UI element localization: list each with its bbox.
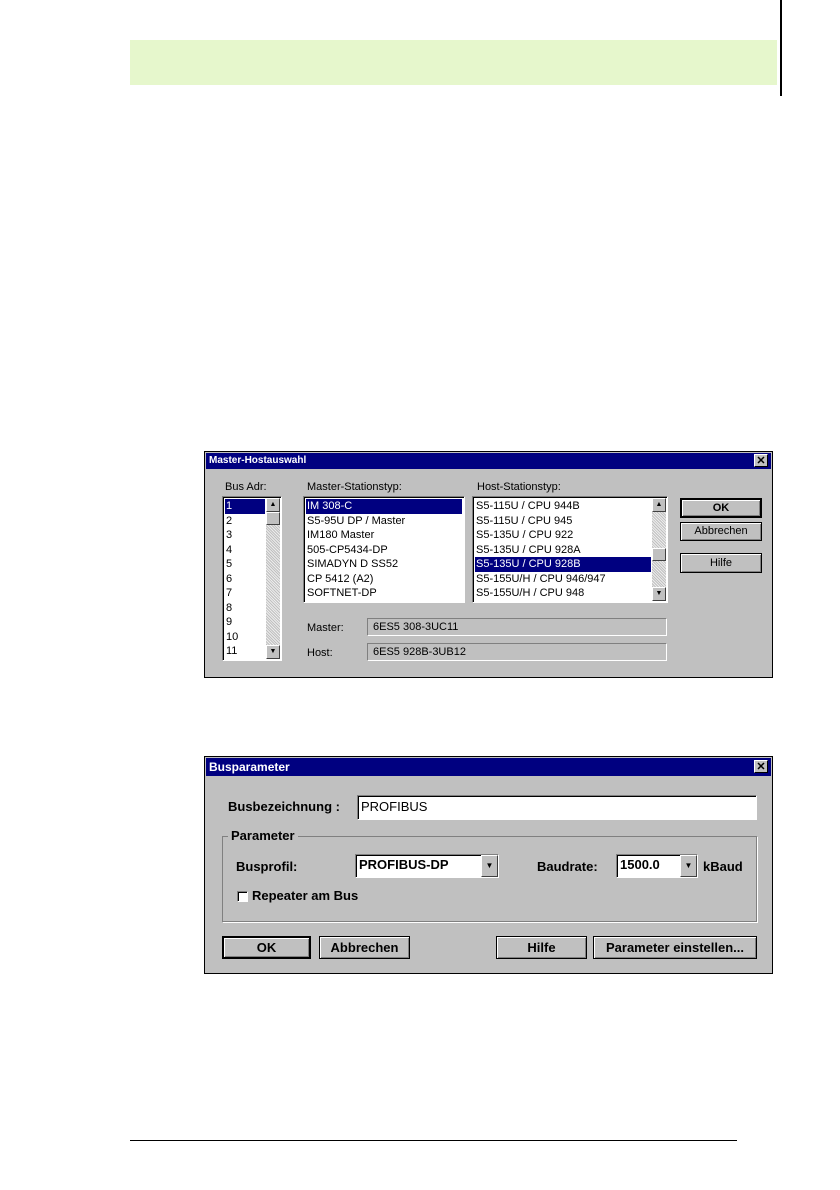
master-type-item[interactable]: 505-CP5434-DP xyxy=(306,543,462,558)
bus-adr-item[interactable]: 9 xyxy=(225,615,265,630)
bus-adr-item[interactable]: 1 xyxy=(225,499,265,514)
master-type-item[interactable]: IM180 Master xyxy=(306,528,462,543)
master-type-item[interactable]: S5-95U DP / Master xyxy=(306,514,462,529)
host-type-item[interactable]: S5-155U/H / CPU 946/947 xyxy=(475,572,651,587)
scroll-up-icon[interactable]: ▲ xyxy=(652,498,666,512)
bus-adr-item[interactable]: 4 xyxy=(225,543,265,558)
bus-adr-item[interactable]: 5 xyxy=(225,557,265,572)
bus-adr-label: Bus Adr: xyxy=(225,481,267,493)
host-type-item[interactable]: S5-155U/H / CPU 948 xyxy=(475,586,651,601)
busname-label: Busbezeichnung : xyxy=(228,799,340,814)
chevron-down-icon[interactable]: ▼ xyxy=(680,855,697,877)
master-label: Master: xyxy=(307,622,344,634)
host-type-list[interactable]: S5-115U / CPU 944B S5-115U / CPU 945 S5-13… xyxy=(472,496,668,603)
parameter-group-label: Parameter xyxy=(228,828,298,843)
scroll-down-icon[interactable]: ▼ xyxy=(266,645,280,659)
bus-adr-item[interactable]: 7 xyxy=(225,586,265,601)
master-type-item[interactable]: IM 308-C xyxy=(306,499,462,514)
repeater-checkbox[interactable] xyxy=(237,891,248,902)
master-order-number: 6ES5 308-3UC11 xyxy=(367,618,667,636)
master-host-dialog: Master-Hostauswahl ✕ Bus Adr: 1234567891… xyxy=(204,451,773,678)
dialog-title: Master-Hostauswahl xyxy=(209,455,307,466)
host-type-item[interactable]: S5-135U / CPU 922 xyxy=(475,528,651,543)
master-type-item[interactable]: SIMADYN D SS52 xyxy=(306,557,462,572)
host-type-item[interactable]: S5-115U / CPU 944B xyxy=(475,499,651,514)
scroll-thumb[interactable] xyxy=(266,512,280,525)
header-band xyxy=(130,40,777,85)
dialog-title: Busparameter xyxy=(209,760,290,774)
baud-unit: kBaud xyxy=(703,859,743,874)
cancel-button[interactable]: Abbrechen xyxy=(319,936,410,959)
busname-input[interactable]: PROFIBUS xyxy=(357,795,757,820)
host-type-label: Host-Stationstyp: xyxy=(477,481,561,493)
baudrate-value: 1500.0 xyxy=(620,857,660,872)
cancel-button[interactable]: Abbrechen xyxy=(680,522,762,541)
footer-rule xyxy=(130,1140,737,1141)
master-host-titlebar: Master-Hostauswahl ✕ xyxy=(206,453,771,469)
bus-adr-item[interactable]: 6 xyxy=(225,572,265,587)
baudrate-label: Baudrate: xyxy=(537,859,598,874)
chevron-down-icon[interactable]: ▼ xyxy=(481,855,498,877)
host-type-scrollbar[interactable]: ▲ ▼ xyxy=(652,498,666,601)
parameter-group xyxy=(222,836,757,922)
master-type-item[interactable]: SOFTNET-DP xyxy=(306,586,462,601)
margin-rule xyxy=(780,0,782,96)
busparameter-dialog: Busparameter ✕ Busbezeichnung : PROFIBUS… xyxy=(204,756,773,974)
ok-button[interactable]: OK xyxy=(680,498,762,518)
bus-adr-item[interactable]: 11 xyxy=(225,644,265,659)
baudrate-select[interactable]: 1500.0 ▼ xyxy=(616,854,698,878)
scroll-thumb[interactable] xyxy=(652,548,666,561)
host-type-item[interactable]: S5-135U / CPU 928A xyxy=(475,543,651,558)
bus-adr-item[interactable]: 8 xyxy=(225,601,265,616)
master-type-label: Master-Stationstyp: xyxy=(307,481,402,493)
close-icon[interactable]: ✕ xyxy=(754,454,768,467)
busparameter-titlebar: Busparameter ✕ xyxy=(206,758,771,776)
busprofil-label: Busprofil: xyxy=(236,859,298,874)
bus-adr-item[interactable]: 10 xyxy=(225,630,265,645)
bus-adr-item[interactable]: 2 xyxy=(225,514,265,529)
host-order-number: 6ES5 928B-3UB12 xyxy=(367,643,667,661)
help-button[interactable]: Hilfe xyxy=(680,553,762,573)
bus-adr-scrollbar[interactable]: ▲ ▼ xyxy=(266,498,280,659)
busprofil-value: PROFIBUS-DP xyxy=(359,857,449,872)
master-type-list[interactable]: IM 308-C S5-95U DP / Master IM180 Master 50… xyxy=(303,496,465,603)
ok-button[interactable]: OK xyxy=(222,936,311,959)
close-icon[interactable]: ✕ xyxy=(754,760,768,773)
master-type-item[interactable]: CP 5412 (A2) xyxy=(306,572,462,587)
repeater-label[interactable]: Repeater am Bus xyxy=(252,888,358,903)
bus-adr-list[interactable]: 1 2 3 4 5 6 7 8 9 10 11 ▲ ▼ xyxy=(222,496,282,661)
host-type-item[interactable]: S5-115U / CPU 945 xyxy=(475,514,651,529)
bus-adr-item[interactable]: 3 xyxy=(225,528,265,543)
busprofil-select[interactable]: PROFIBUS-DP ▼ xyxy=(355,854,499,878)
host-type-item[interactable]: S5-135U / CPU 928B xyxy=(475,557,651,572)
help-button[interactable]: Hilfe xyxy=(496,936,587,959)
scroll-up-icon[interactable]: ▲ xyxy=(266,498,280,512)
scroll-down-icon[interactable]: ▼ xyxy=(652,587,666,601)
parameter-settings-button[interactable]: Parameter einstellen... xyxy=(593,936,757,959)
host-label: Host: xyxy=(307,647,333,659)
